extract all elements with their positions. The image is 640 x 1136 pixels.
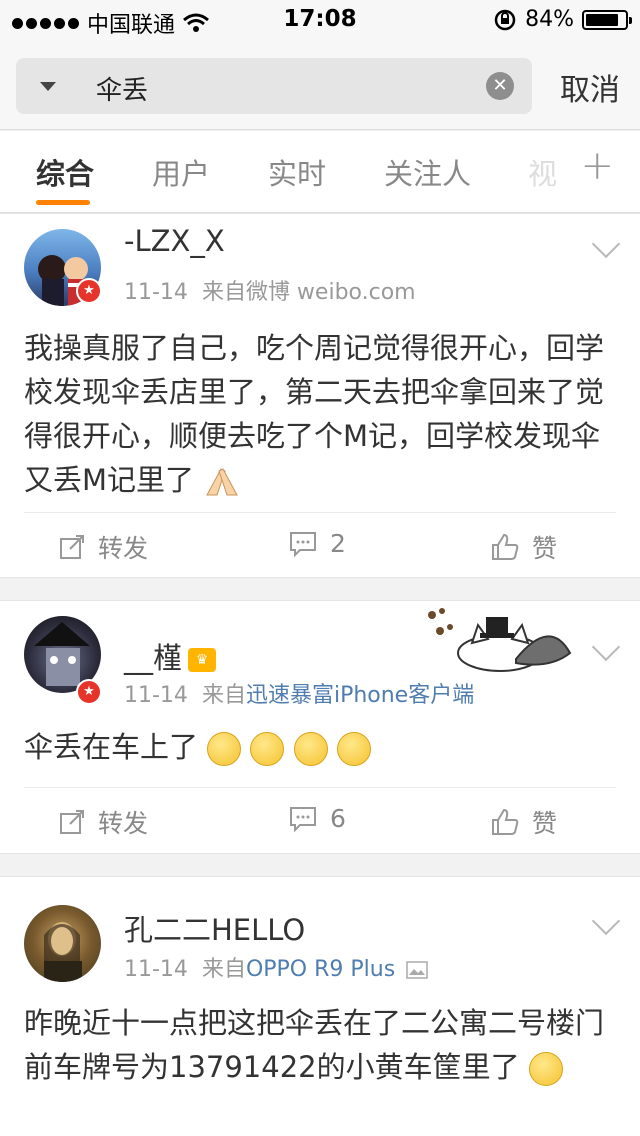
comment-icon xyxy=(290,806,316,832)
avatar[interactable] xyxy=(24,905,101,982)
search-input[interactable]: 伞丢 ✕ xyxy=(16,58,532,114)
repost-label: 转发 xyxy=(98,809,149,838)
post-username[interactable]: __槿 ♛ xyxy=(124,635,217,677)
comment-button[interactable]: 6 xyxy=(288,804,346,833)
repost-icon xyxy=(60,535,84,559)
chevron-down-icon[interactable] xyxy=(591,906,621,936)
comment-button[interactable]: 2 xyxy=(288,529,346,558)
thinking-emoji-icon xyxy=(207,732,242,766)
post-date: 11-14 xyxy=(124,957,188,982)
cat-decoration-icon xyxy=(428,608,572,672)
post-content: 我操真服了自己，吃个周记觉得很开心，回学校发现伞丢店里了，第二天去把伞拿回来了觉… xyxy=(24,326,616,502)
image-icon xyxy=(406,961,428,979)
post-username[interactable]: -LZX_X xyxy=(124,224,225,258)
repost-icon xyxy=(60,810,84,834)
thinking-emoji-icon xyxy=(250,732,285,766)
sad-face-emoji-icon xyxy=(528,1052,563,1086)
like-label: 赞 xyxy=(532,534,558,563)
post-source: 来自 xyxy=(201,957,246,982)
post-meta: 11-14 来自OPPO R9 Plus xyxy=(124,951,428,983)
add-tab-icon[interactable]: + xyxy=(580,143,614,189)
battery-icon xyxy=(582,9,632,30)
tab-following[interactable]: 关注人 xyxy=(384,151,471,193)
post-username[interactable]: 孔二二HELLO xyxy=(124,907,305,949)
post-username-text: __槿 xyxy=(124,641,183,675)
post-source-link[interactable]: 迅速暴富iPhone客户端 xyxy=(246,683,474,708)
rotation-lock-icon xyxy=(494,9,516,30)
post-content: 伞丢在车上了 xyxy=(24,725,616,769)
post-source-link[interactable]: OPPO R9 Plus xyxy=(246,957,395,982)
thinking-emoji-icon xyxy=(336,732,371,766)
like-button[interactable]: 赞 xyxy=(490,804,557,840)
tab-video[interactable]: 视 xyxy=(528,151,557,193)
chevron-down-icon[interactable] xyxy=(591,229,621,259)
comment-icon xyxy=(290,531,316,557)
praying-hands-emoji-icon xyxy=(206,468,239,496)
post-source: 来自 xyxy=(201,683,246,708)
verified-badge-icon: ★ xyxy=(76,278,102,304)
comment-count: 6 xyxy=(330,804,346,833)
chevron-down-icon[interactable] xyxy=(591,632,621,662)
thinking-emoji-icon xyxy=(293,732,328,766)
cancel-button[interactable]: 取消 xyxy=(560,65,620,109)
repost-button[interactable]: 转发 xyxy=(58,804,148,840)
like-button[interactable]: 赞 xyxy=(490,529,557,565)
tab-comprehensive[interactable]: 综合 xyxy=(36,151,94,193)
post-card[interactable]: ★ -LZX_X 11-14 来自微博 weibo.com 我操真服了自己，吃个… xyxy=(0,213,640,578)
battery-percent: 84% xyxy=(525,7,574,32)
post-text: 伞丢在车上了 xyxy=(24,730,199,764)
tab-users[interactable]: 用户 xyxy=(152,151,210,193)
like-label: 赞 xyxy=(532,809,558,838)
clear-search-icon[interactable]: ✕ xyxy=(486,72,514,100)
search-tabs: 综合 用户 实时 关注人 视 + xyxy=(0,131,640,213)
search-type-dropdown-icon[interactable] xyxy=(40,82,56,91)
post-card[interactable]: ★ __槿 ♛ 11-14 来自迅速暴富iPhone客户端 伞丢在车上了 转发 6… xyxy=(0,600,640,854)
post-meta: 11-14 来自微博 weibo.com xyxy=(124,274,416,306)
post-meta: 11-14 来自迅速暴富iPhone客户端 xyxy=(124,677,474,709)
repost-label: 转发 xyxy=(98,534,149,563)
post-date: 11-14 xyxy=(124,280,188,305)
post-date: 11-14 xyxy=(124,683,188,708)
repost-button[interactable]: 转发 xyxy=(58,529,148,565)
active-tab-indicator xyxy=(36,200,90,205)
post-card[interactable]: 孔二二HELLO 11-14 来自OPPO R9 Plus 昨晚近十一点把这把伞… xyxy=(0,876,640,1136)
post-text: 昨晚近十一点把这把伞丢在了二公寓二号楼门前车牌号为13791422的小黄车筐里了 xyxy=(24,1006,605,1084)
thumbs-up-icon xyxy=(492,533,519,560)
tab-realtime[interactable]: 实时 xyxy=(268,151,326,193)
post-source: 来自微博 weibo.com xyxy=(201,280,416,305)
status-bar: 中国联通 17:08 84% xyxy=(0,0,640,40)
verified-badge-icon: ★ xyxy=(76,679,102,705)
post-actions: 转发 6 赞 xyxy=(24,787,616,853)
post-actions: 转发 2 赞 xyxy=(24,512,616,578)
post-content: 昨晚近十一点把这把伞丢在了二公寓二号楼门前车牌号为13791422的小黄车筐里了 xyxy=(24,1001,616,1089)
search-query[interactable]: 伞丢 xyxy=(96,70,148,107)
thumbs-up-icon xyxy=(492,808,519,835)
post-text: 我操真服了自己，吃个周记觉得很开心，回学校发现伞丢店里了，第二天去把伞拿回来了觉… xyxy=(24,331,605,497)
vip-crown-icon: ♛ xyxy=(188,648,217,672)
search-header: 伞丢 ✕ 取消 xyxy=(0,40,640,130)
comment-count: 2 xyxy=(330,529,346,558)
